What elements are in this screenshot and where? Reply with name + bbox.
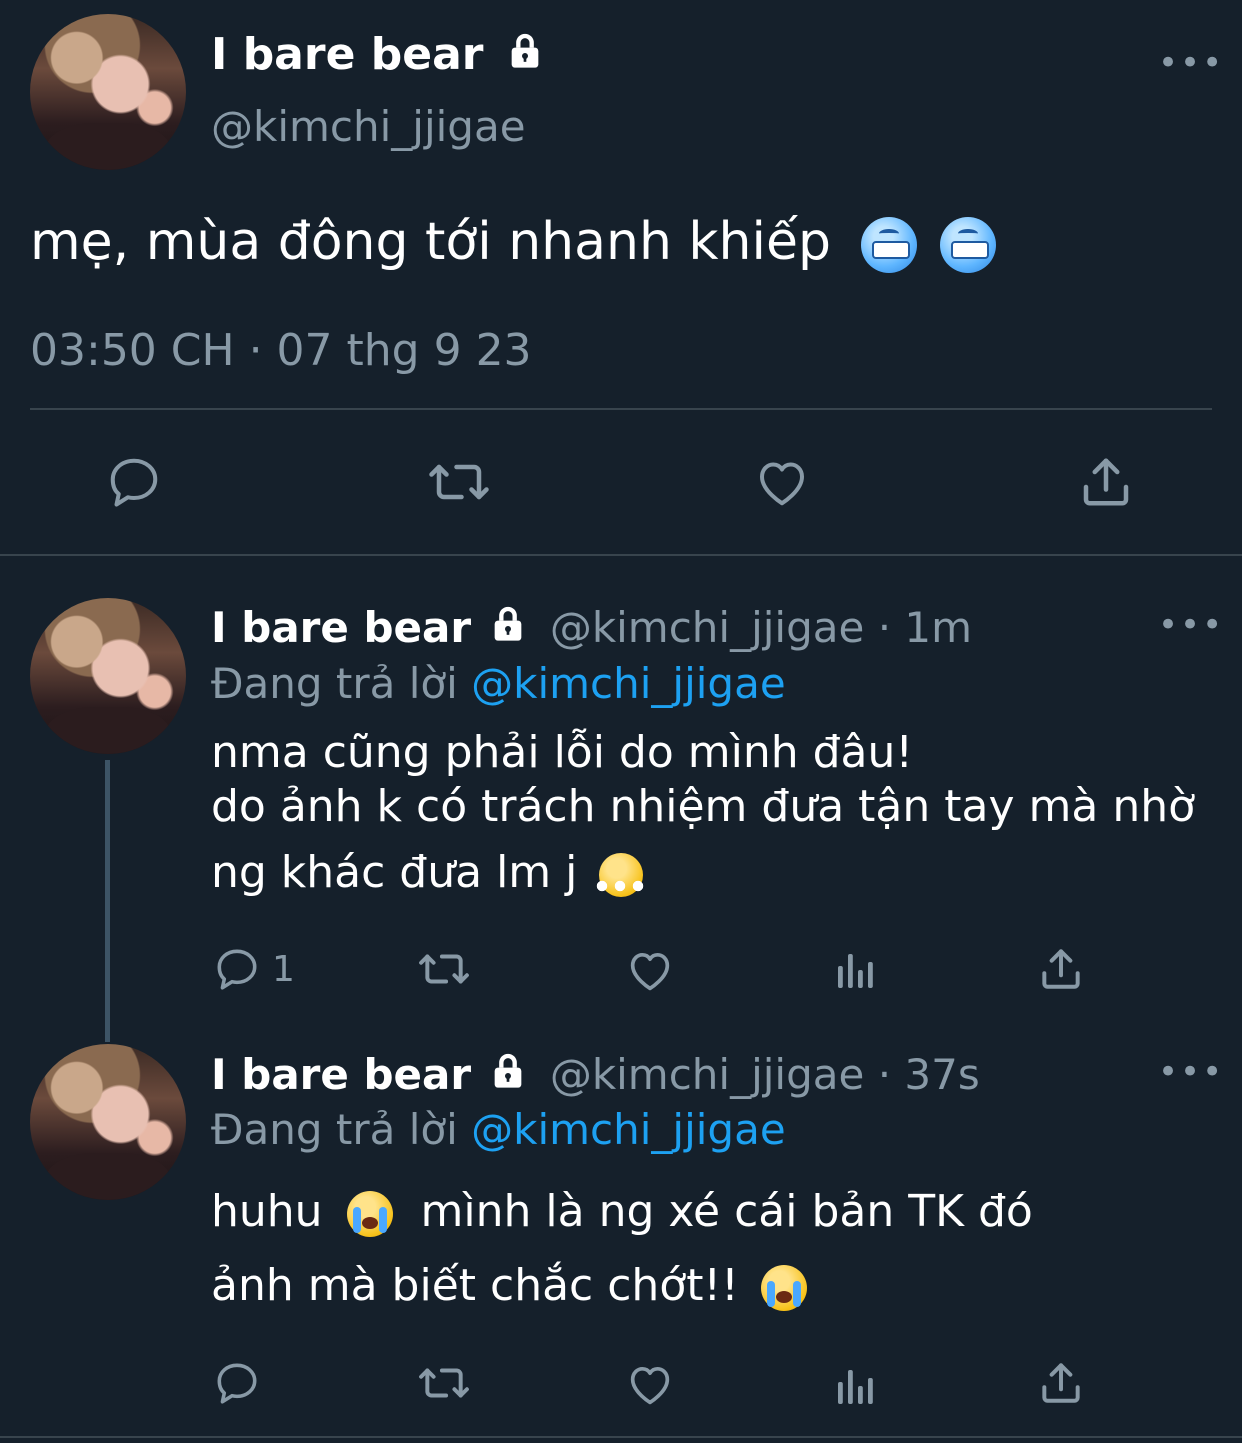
analytics-icon[interactable] xyxy=(832,946,880,994)
reply-count: 1 xyxy=(272,948,295,990)
text-line-wrap: ảnh mà biết chắc chớt!! xyxy=(211,1254,1033,1318)
text-line: ảnh mà biết chắc chớt!! xyxy=(211,1260,739,1311)
like-icon[interactable] xyxy=(752,452,812,512)
share-icon[interactable] xyxy=(1036,944,1086,994)
replying-to: Đang trả lời @kimchi_jjigae xyxy=(211,658,786,710)
text-line-wrap: huhu mình là ng xé cái bản TK đó xyxy=(211,1180,1033,1244)
cold-face-emoji xyxy=(940,217,997,273)
huffing-face-emoji xyxy=(593,853,650,897)
handle-time: @kimchi_jjigae · 1m xyxy=(549,603,973,652)
main-tweet-timestamp[interactable]: 03:50 CH · 07 thg 9 23 xyxy=(30,324,532,378)
lock-icon xyxy=(505,31,545,71)
replying-label: Đang trả lời xyxy=(211,659,458,708)
more-icon[interactable]: ••• xyxy=(1158,46,1224,80)
crying-face-emoji xyxy=(760,1265,807,1311)
text-line: mình là ng xé cái bản TK đó xyxy=(420,1186,1033,1237)
display-name: I bare bear xyxy=(211,1050,472,1099)
share-icon[interactable] xyxy=(1036,1358,1086,1408)
reply-text: huhu mình là ng xé cái bản TK đó ảnh mà … xyxy=(211,1180,1033,1318)
retweet-icon[interactable] xyxy=(416,1358,472,1408)
display-name: I bare bear xyxy=(211,603,472,652)
mention-link[interactable]: @kimchi_jjigae xyxy=(471,1105,786,1154)
divider xyxy=(30,408,1212,410)
tweet-body: mẹ, mùa đông tới nhanh khiếp xyxy=(30,212,831,272)
reply-action[interactable]: 1 xyxy=(212,944,295,994)
text-line: nma cũng phải lỗi do mình đâu! xyxy=(211,727,914,778)
replying-to: Đang trả lời @kimchi_jjigae xyxy=(211,1104,786,1156)
display-name: I bare bear xyxy=(211,29,484,80)
thread-line xyxy=(105,760,110,1042)
lock-icon xyxy=(488,604,528,644)
reply-icon[interactable] xyxy=(212,1358,262,1408)
main-tweet-author[interactable]: I bare bear xyxy=(211,30,545,80)
retweet-icon[interactable] xyxy=(416,944,472,994)
reply-header[interactable]: I bare bear @kimchi_jjigae · 37s xyxy=(211,1049,980,1101)
reply-avatar[interactable] xyxy=(30,598,186,754)
reply-text: nma cũng phải lỗi do mình đâu! do ảnh k … xyxy=(211,726,1195,908)
text-line: huhu xyxy=(211,1186,323,1237)
main-tweet-avatar[interactable] xyxy=(30,14,186,170)
mention-link[interactable]: @kimchi_jjigae xyxy=(471,659,786,708)
more-icon[interactable]: ••• xyxy=(1158,1055,1224,1089)
reply-icon xyxy=(212,944,262,994)
main-tweet-text: mẹ, mùa đông tới nhanh khiếp xyxy=(30,210,997,274)
replying-label: Đang trả lời xyxy=(211,1105,458,1154)
main-tweet-handle[interactable]: @kimchi_jjigae xyxy=(211,102,526,152)
lock-icon xyxy=(488,1051,528,1091)
text-line: ng khác đưa lm j xyxy=(211,847,578,898)
crying-face-emoji xyxy=(346,1191,393,1237)
analytics-icon[interactable] xyxy=(832,1362,880,1410)
reply-icon[interactable] xyxy=(104,452,164,512)
reply-avatar[interactable] xyxy=(30,1044,186,1200)
more-icon[interactable]: ••• xyxy=(1158,608,1224,642)
like-icon[interactable] xyxy=(624,944,676,996)
handle-time: @kimchi_jjigae · 37s xyxy=(549,1050,980,1099)
retweet-icon[interactable] xyxy=(426,452,492,512)
cold-face-emoji xyxy=(861,217,918,273)
like-icon[interactable] xyxy=(624,1358,676,1410)
text-line: do ảnh k có trách nhiệm đưa tận tay mà n… xyxy=(211,781,1196,832)
divider xyxy=(0,1436,1242,1438)
divider xyxy=(0,554,1242,556)
share-icon[interactable] xyxy=(1076,452,1136,512)
text-line-wrap: ng khác đưa lm j xyxy=(211,838,1195,908)
reply-header[interactable]: I bare bear @kimchi_jjigae · 1m xyxy=(211,602,972,654)
